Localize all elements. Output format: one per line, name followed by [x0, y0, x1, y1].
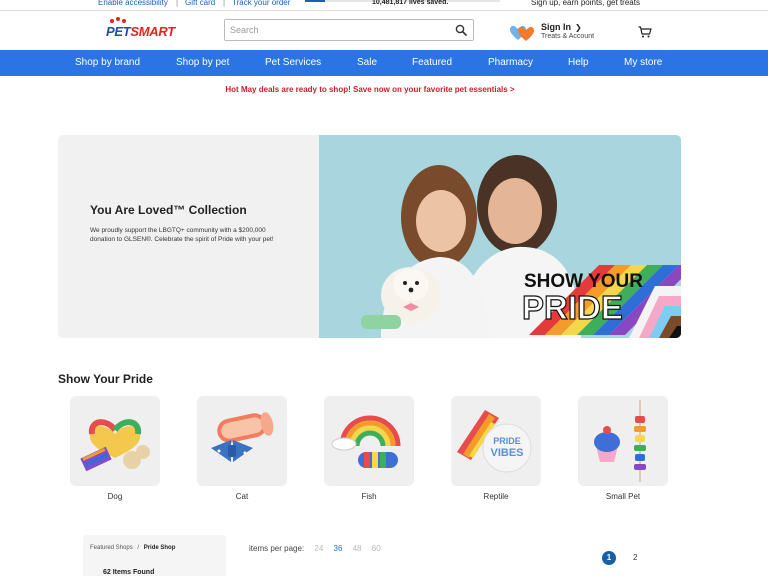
items-per-page-option[interactable]: 48: [353, 544, 362, 553]
cart-icon[interactable]: [638, 26, 652, 38]
petsmart-logo[interactable]: PETSMART: [106, 17, 175, 40]
hero-title: You Are Loved™ Collection: [90, 203, 247, 217]
category-fish[interactable]: Fish: [324, 396, 414, 501]
category-cat-image: [197, 396, 287, 486]
nav-sale[interactable]: Sale: [357, 50, 377, 76]
filter-panel: Featured Shops / Pride Shop 62 Items Fou…: [83, 535, 226, 576]
category-reptile[interactable]: PRIDE VIBES Reptile: [451, 396, 541, 501]
utility-separator: |: [176, 0, 179, 7]
breadcrumb: Featured Shops / Pride Shop: [90, 545, 175, 551]
page-1-button[interactable]: 1: [602, 551, 616, 565]
nav-pet-services[interactable]: Pet Services: [265, 50, 321, 76]
nav-shop-by-brand[interactable]: Shop by brand: [75, 50, 140, 76]
category-fish-image: [324, 396, 414, 486]
nav-shop-by-pet[interactable]: Shop by pet: [176, 50, 229, 76]
nav-my-store[interactable]: My store: [624, 50, 662, 76]
svg-text:VIBES: VIBES: [490, 447, 523, 459]
items-per-page-label: items per page:: [249, 544, 305, 553]
utility-separator: |: [223, 0, 226, 7]
nav-help[interactable]: Help: [568, 50, 589, 76]
lives-saved-counter: 10,481,817 lives saved.: [372, 0, 449, 6]
enable-accessibility-link[interactable]: Enable accessibility: [98, 0, 168, 8]
pride-text: PRIDE: [522, 289, 623, 326]
category-label: Cat: [235, 492, 249, 501]
items-per-page-option[interactable]: 60: [372, 544, 381, 553]
items-found: 62 Items Found: [103, 569, 155, 576]
gift-card-link[interactable]: Gift card: [185, 0, 215, 8]
chevron-down-icon: ❯: [575, 23, 582, 32]
breadcrumb-featured-shops[interactable]: Featured Shops: [90, 545, 133, 551]
nav-pharmacy[interactable]: Pharmacy: [488, 50, 533, 76]
utility-bar: Enable accessibility | Gift card | Track…: [0, 0, 768, 10]
page-2-button[interactable]: 2: [633, 551, 637, 565]
search-icon[interactable]: [455, 24, 467, 36]
search-box[interactable]: [224, 19, 474, 41]
category-label: Dog: [107, 492, 123, 501]
main-nav: Shop by brand Shop by pet Pet Services S…: [0, 50, 768, 76]
category-small-pet[interactable]: Small Pet: [578, 396, 668, 501]
svg-text:PRIDE: PRIDE: [493, 436, 521, 446]
category-reptile-image: PRIDE VIBES: [451, 396, 541, 486]
hero-banner[interactable]: You Are Loved™ Collection We proudly sup…: [58, 135, 681, 338]
items-per-page-option-selected[interactable]: 36: [334, 544, 343, 553]
utility-divider: [0, 10, 768, 11]
search-input[interactable]: [225, 20, 445, 40]
category-label: Fish: [361, 492, 377, 501]
signup-link[interactable]: Sign up, earn points, get treats: [531, 0, 640, 8]
hero-image: SHOW YOUR PRIDE: [319, 135, 681, 338]
nav-featured[interactable]: Featured: [412, 50, 452, 76]
category-label: Small Pet: [605, 492, 641, 501]
category-cat[interactable]: Cat: [197, 396, 287, 501]
category-dog[interactable]: Dog: [70, 396, 160, 501]
treats-account-label: Treats & Account: [541, 33, 595, 40]
hero-text-panel: You Are Loved™ Collection We proudly sup…: [58, 135, 319, 338]
items-per-page: items per page: 24 36 48 60: [249, 544, 381, 553]
sign-in-menu[interactable]: Sign In ❯ Treats & Account: [541, 22, 594, 40]
sign-in-label: Sign In: [541, 22, 571, 32]
items-per-page-option[interactable]: 24: [314, 544, 323, 553]
section-title: Show Your Pride: [58, 372, 153, 386]
breadcrumb-separator: /: [137, 545, 140, 551]
category-small-pet-image: [578, 396, 668, 486]
track-order-link[interactable]: Track your order: [232, 0, 290, 8]
category-dog-image: [70, 396, 160, 486]
treats-hearts-icon: [510, 25, 534, 41]
promo-banner-link[interactable]: Hot May deals are ready to shop! Save no…: [0, 85, 740, 94]
category-label: Reptile: [483, 492, 509, 501]
hero-description: We proudly support the LBGTQ+ community …: [90, 227, 274, 243]
breadcrumb-current: Pride Shop: [143, 545, 176, 551]
logo-wordmark: PETSMART: [106, 24, 175, 39]
